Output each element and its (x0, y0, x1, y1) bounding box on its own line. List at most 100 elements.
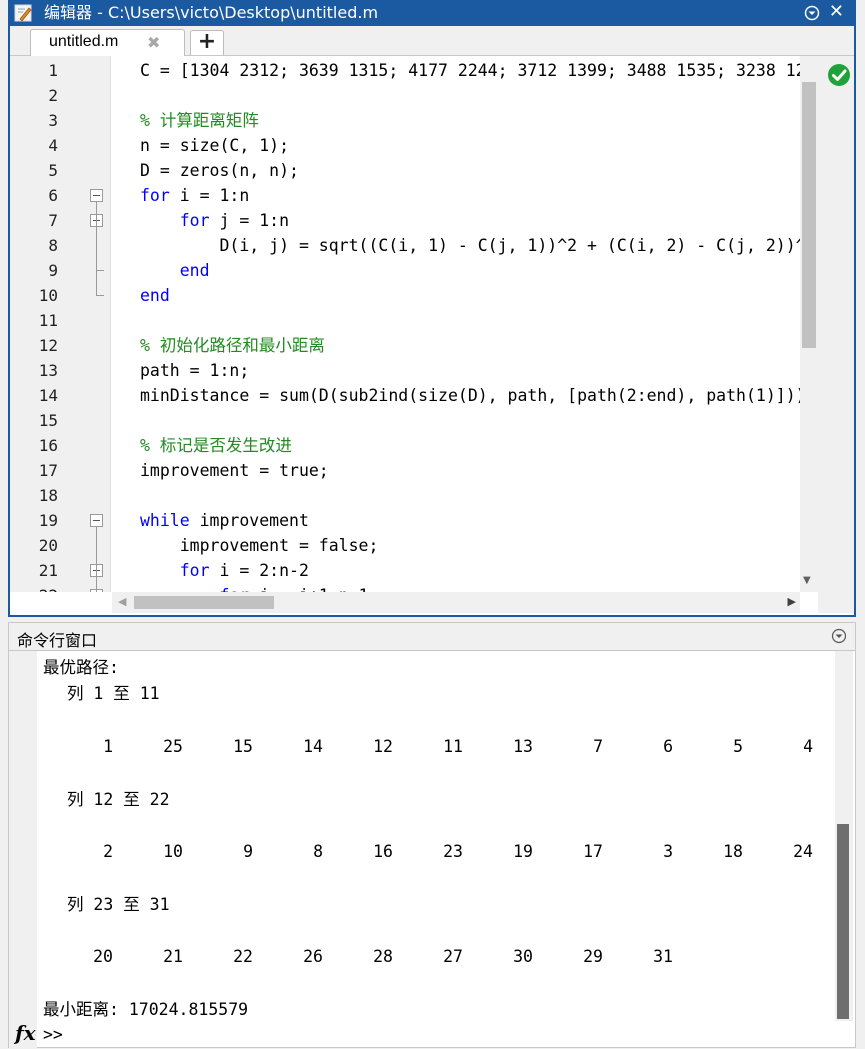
path-value: 5 (733, 737, 743, 756)
code-token: minDistance = sum(D(sub2ind(size(D), pat… (140, 386, 800, 405)
code-token: C = [1304 2312; 3639 1315; 4177 2244; 37… (140, 61, 800, 80)
path-value: 3 (663, 842, 673, 861)
code-line: path = 1:n; (140, 358, 249, 383)
chevron-down-icon[interactable] (831, 628, 847, 644)
path-value: 13 (513, 737, 533, 756)
code-analyzer-strip (818, 56, 854, 613)
line-number: 20 (38, 536, 58, 555)
path-value: 26 (303, 947, 323, 966)
code-token: improvement = true; (140, 461, 329, 480)
code-line: improvement = false; (140, 533, 379, 558)
code-line: end (140, 283, 170, 308)
line-number: 22 (10, 583, 58, 592)
path-value: 23 (443, 842, 463, 861)
comment-token: % 计算距离矩阵 (140, 111, 259, 130)
keyword-token: for (179, 211, 210, 230)
keyword-token: end (140, 286, 170, 305)
editor-vertical-scrollbar[interactable]: ▼ (800, 56, 818, 592)
path-value: 9 (243, 842, 253, 861)
window-menu-icon[interactable] (804, 5, 820, 21)
code-line: improvement = true; (140, 458, 329, 483)
code-token: n = size(C, 1); (140, 136, 290, 155)
code-line: % 初始化路径和最小距离 (140, 333, 325, 358)
path-value: 4 (803, 737, 813, 756)
path-label: 最优路径: (43, 658, 119, 677)
code-editor[interactable]: 12345678910111213141516171819202122 C = … (10, 56, 800, 592)
fold-toggle-icon[interactable] (90, 514, 103, 527)
code-line: while improvement (140, 508, 309, 533)
editor-app-icon (14, 4, 32, 22)
column-header: 列 12 至 22 (67, 790, 170, 809)
line-number: 6 (48, 186, 58, 205)
code-line: end (140, 258, 210, 283)
code-line: for j = i+1:n-1 (140, 583, 368, 592)
path-value: 11 (443, 737, 463, 756)
scroll-left-arrow-icon[interactable]: ◀ (118, 595, 126, 608)
scroll-down-arrow-icon[interactable]: ▼ (803, 575, 811, 586)
code-line: C = [1304 2312; 3639 1315; 4177 2244; 37… (140, 58, 800, 83)
keyword-token: for (179, 561, 210, 580)
editor-horizontal-scrollbar[interactable]: ◀ ▶ (112, 592, 800, 613)
command-prompt[interactable]: >> (43, 1025, 63, 1044)
scroll-right-arrow-icon[interactable]: ▶ (788, 595, 796, 608)
line-number: 16 (38, 436, 58, 455)
code-token: D(i, j) = sqrt((C(i, 1) - C(j, 1))^2 + (… (140, 236, 800, 255)
code-line: D(i, j) = sqrt((C(i, 1) - C(j, 1))^2 + (… (140, 233, 800, 258)
command-window-title: 命令行窗口 (17, 631, 98, 650)
code-token: i = 2:n-2 (209, 561, 309, 580)
add-tab-button[interactable]: + (190, 30, 224, 55)
tab-untitled[interactable]: untitled.m ✖ (30, 29, 185, 56)
path-value: 31 (653, 947, 673, 966)
path-value: 19 (513, 842, 533, 861)
line-number: 4 (48, 136, 58, 155)
check-icon[interactable] (827, 63, 851, 87)
path-value: 20 (93, 947, 113, 966)
line-number: 5 (48, 161, 58, 180)
line-number: 14 (38, 386, 58, 405)
function-browser-fx-icon[interactable]: fx (15, 1021, 36, 1045)
line-number: 3 (48, 111, 58, 130)
path-value: 22 (233, 947, 253, 966)
fold-toggle-icon[interactable] (90, 189, 103, 202)
line-number-gutter: 12345678910111213141516171819202122 (10, 56, 111, 592)
code-token: i = 1:n (169, 186, 250, 205)
editor-vscroll-thumb[interactable] (802, 82, 816, 348)
keyword-token: while (140, 511, 190, 530)
path-value: 27 (443, 947, 463, 966)
path-value: 21 (163, 947, 183, 966)
editor-titlebar[interactable]: 编辑器 - C:\Users\victo\Desktop\untitled.m … (10, 0, 854, 26)
path-value: 17 (583, 842, 603, 861)
line-number: 13 (38, 361, 58, 380)
line-number: 15 (38, 411, 58, 430)
command-window-scrollbar[interactable] (835, 651, 853, 1021)
command-window-gutter (9, 651, 37, 1049)
fold-end-marker (96, 270, 104, 271)
code-token: improvement = false; (140, 536, 379, 555)
command-window[interactable]: 命令行窗口 最优路径: 列 1 至 11 1 25 15 14 12 11 13 7 6 5 4 列… (8, 622, 856, 1049)
fold-guide (96, 227, 97, 270)
close-icon[interactable]: ✕ (829, 2, 844, 22)
editor-hscroll-thumb[interactable] (134, 596, 274, 609)
command-window-scroll-thumb[interactable] (837, 824, 849, 1019)
code-line: n = size(C, 1); (140, 133, 289, 158)
code-line: minDistance = sum(D(sub2ind(size(D), pat… (140, 383, 800, 408)
line-number: 11 (38, 311, 58, 330)
editor-tab-strip: untitled.m ✖ + (10, 26, 854, 56)
tab-close-icon[interactable]: ✖ (147, 33, 160, 52)
line-number: 2 (48, 86, 58, 105)
line-number: 12 (38, 336, 58, 355)
line-number: 19 (38, 511, 58, 530)
keyword-token: end (179, 261, 210, 280)
editor-title: 编辑器 - C:\Users\victo\Desktop\untitled.m (44, 3, 379, 22)
path-value: 7 (593, 737, 603, 756)
column-header: 列 23 至 31 (67, 895, 170, 914)
line-number: 9 (48, 261, 58, 280)
min-distance-line: 最小距离: 17024.815579 (43, 1000, 249, 1019)
path-value: 8 (313, 842, 323, 861)
column-header: 列 1 至 11 (67, 684, 160, 703)
code-token: D = zeros(n, n); (140, 161, 299, 180)
code-token: improvement (189, 511, 309, 530)
comment-token: % 初始化路径和最小距离 (140, 336, 325, 355)
path-value: 25 (163, 737, 183, 756)
